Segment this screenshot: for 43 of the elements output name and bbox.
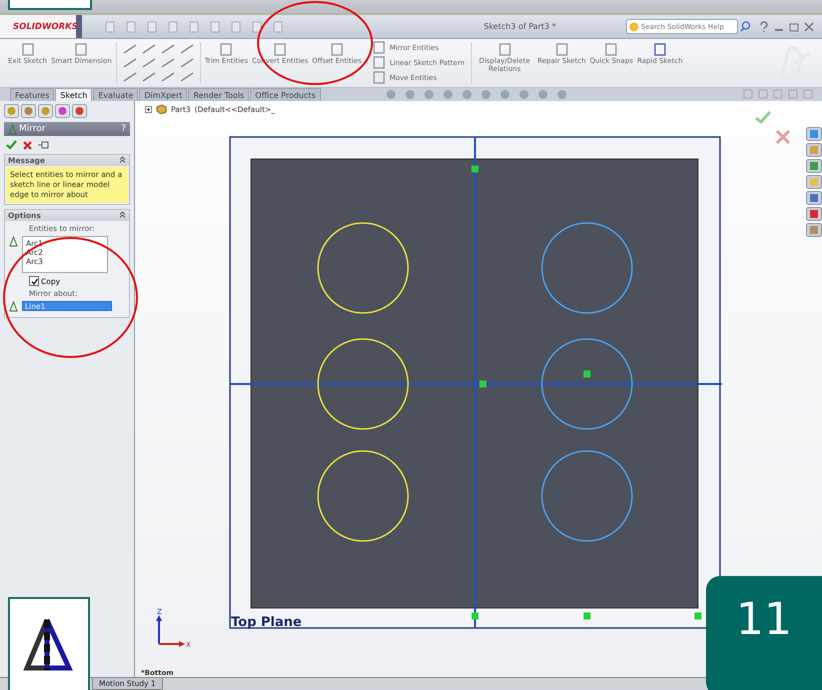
tab[interactable]: Sketch — [55, 88, 92, 101]
cancel-x-icon[interactable] — [776, 130, 790, 144]
logo-text: SOLIDWORKS — [13, 22, 78, 32]
smart-dimension-icon — [74, 43, 88, 56]
relation-marker-icon[interactable] — [584, 612, 590, 620]
tab[interactable]: Office Products — [250, 88, 321, 101]
tab[interactable]: Evaluate — [93, 88, 138, 101]
relation-marker-icon[interactable] — [472, 166, 478, 172]
check-mark-icon — [30, 278, 38, 284]
help-icon[interactable]: ? — [121, 124, 126, 134]
mirror-triangle-icon — [9, 301, 18, 312]
help-icon[interactable] — [759, 20, 769, 32]
logo[interactable]: SOLIDWORKS — [0, 15, 76, 38]
plane-label: Top Plane — [231, 615, 302, 630]
step-number: 11 — [706, 576, 822, 690]
collapse-chevron-icon[interactable] — [119, 211, 126, 218]
cancel-x-icon[interactable] — [23, 140, 32, 150]
axis-triad-icon — [156, 615, 185, 647]
relation-marker-icon[interactable] — [694, 612, 702, 620]
exit-sketch-icon — [20, 43, 35, 56]
expand-icon[interactable] — [145, 106, 152, 112]
mirror-triangle-icon — [23, 618, 75, 672]
relation-marker-icon[interactable] — [584, 370, 590, 378]
sketch-circle[interactable] — [541, 450, 633, 542]
tab[interactable]: Features — [10, 88, 54, 101]
search-icon — [740, 21, 751, 32]
tab[interactable]: Render Tools — [188, 88, 250, 101]
sketch-circle[interactable] — [541, 338, 633, 430]
relation-marker-icon[interactable] — [480, 380, 486, 388]
part-icon — [156, 104, 167, 114]
mirror-triangle-icon — [8, 124, 17, 134]
confirm-check-icon[interactable] — [755, 111, 771, 124]
centerline[interactable] — [474, 137, 476, 628]
pushpin-icon[interactable] — [38, 141, 50, 149]
mirror-line[interactable] — [230, 383, 722, 385]
sketch-circle[interactable] — [541, 222, 633, 314]
relation-marker-icon[interactable] — [472, 612, 478, 620]
window-title: Sketch3 of Part3 * — [484, 22, 556, 31]
panel-title: Mirror — [19, 124, 46, 134]
tab[interactable]: DimXpert — [139, 88, 188, 101]
mirror-triangle-icon — [9, 236, 18, 247]
ok-check-icon[interactable] — [6, 140, 17, 150]
collapse-chevron-icon[interactable] — [119, 156, 126, 163]
